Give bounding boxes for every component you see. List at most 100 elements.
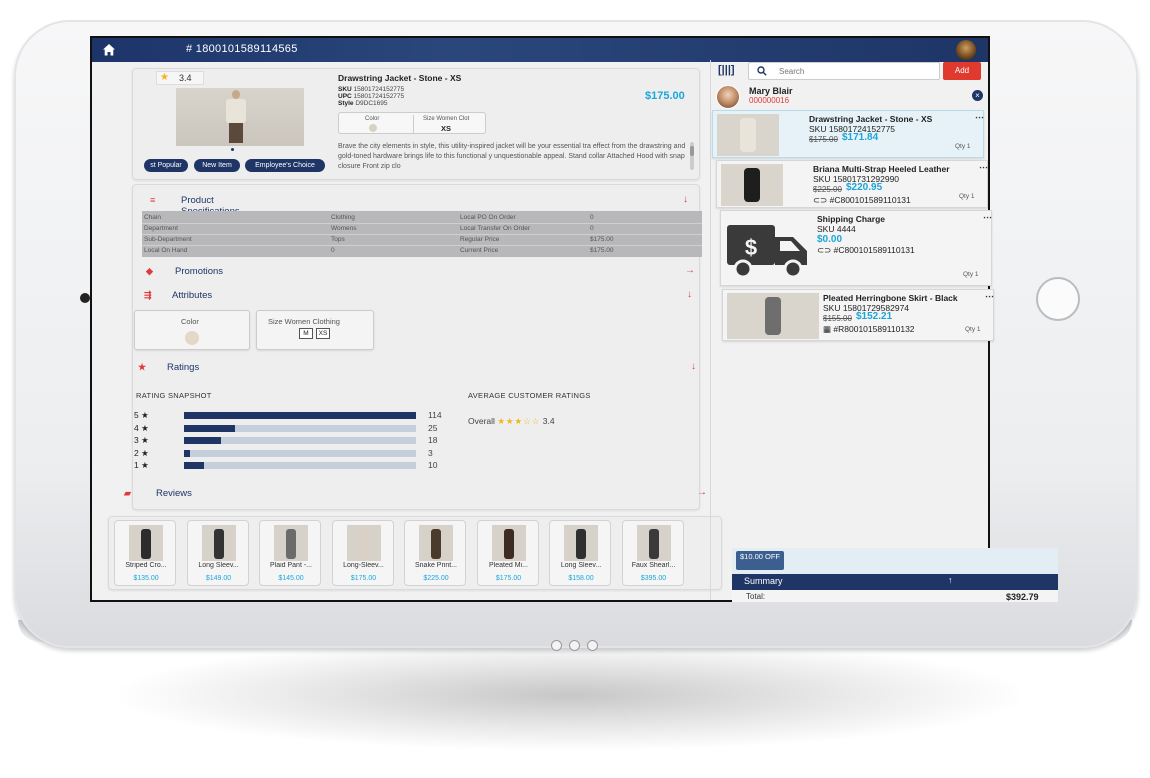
spec-value: 0 [590,214,594,221]
related-product-name: Snake Print... [414,562,458,569]
arrow-right-icon[interactable]: → [685,265,695,276]
user-avatar[interactable] [956,40,976,60]
related-product-card[interactable]: Plaid Pant -... $145.00 [259,520,321,586]
cart-item[interactable]: $ Shipping Charge SKU 4444 $0.00 ⊂⊃ #C800101… [720,210,992,286]
rating-bar-count: 10 [428,460,438,471]
home-icon[interactable] [102,43,116,57]
variant-color-label: Color [365,116,380,122]
chevron-down-icon[interactable]: ↓ [687,289,692,300]
cart-item-qty: Qty 1 [959,193,975,200]
rating-bar-label: 1 ★ [134,460,149,471]
cart-item-qty: Qty 1 [955,143,971,150]
related-product-price: $145.00 [278,575,304,582]
product-name: Drawstring Jacket - Stone - XS [338,73,462,83]
arrow-right-icon[interactable]: → [697,487,707,498]
divider [142,245,702,246]
chevron-down-icon[interactable]: ↓ [691,361,696,372]
related-product-price: $175.00 [495,575,522,582]
search-icon [757,66,767,76]
cart-item-sku: SKU 4444 [817,224,856,234]
cart-item[interactable]: Drawstring Jacket - Stone - XS SKU 158017… [712,110,984,158]
product-sku: SKU 15801724152775 [338,86,405,93]
rating-bar-fill [184,462,205,470]
port-dot [587,640,598,651]
cart-item[interactable]: Briana Multi-Strap Heeled Leather SKU 158… [716,160,988,208]
rating-bar-label: 2 ★ [134,447,149,458]
cart-item[interactable]: Pleated Herringbone Skirt - Black SKU 158… [722,289,994,341]
rating-bar-count: 114 [428,410,442,420]
related-product-card[interactable]: Faux Shearl... $395.00 [621,520,684,586]
divider [142,223,702,224]
section-title: Promotions [175,266,224,277]
chevron-down-icon[interactable]: ↓ [683,194,688,205]
related-product-card[interactable]: Long Sleev... $158.00 [549,520,611,586]
related-product-card[interactable]: Snake Print... $225.00 [404,520,466,586]
spec-label: Local PO On Order [460,214,516,221]
spec-label: Regular Price [460,236,500,243]
variant-size-label: Size Women Clot [423,116,470,122]
cart-item-qty: Qty 1 [963,271,979,278]
more-options-icon[interactable]: ⋯ [985,291,994,302]
star-icon: ★ [160,72,169,83]
summary-bar[interactable]: Summary ↑ [732,574,1058,590]
attribute-color-label: Color [181,317,199,326]
product-image[interactable] [176,88,304,146]
discount-chip[interactable]: $10.00 OFF [736,551,784,570]
spec-value: Tops [331,236,345,243]
attribute-size[interactable]: Size Women Clothing [256,310,374,350]
more-options-icon[interactable]: ⋯ [975,112,984,123]
cart-item-reference: ▦ #R800101589110132 [823,324,915,334]
variant-size-value: XS [441,124,452,133]
section-title: Attributes [172,290,213,301]
spec-label: Local Transfer On Order [460,225,531,232]
color-swatch[interactable] [185,331,199,345]
color-swatch[interactable] [369,124,377,132]
customer-avatar[interactable] [716,85,740,109]
more-options-icon[interactable]: ⋯ [983,212,992,223]
spec-value: $175.00 [590,247,614,254]
related-product-card[interactable]: Long Sleev... $149.00 [186,520,249,586]
related-product-card[interactable]: Pleated Mi... $175.00 [476,520,539,586]
attribute-size-label: Size Women Clothing [268,317,340,326]
product-description: Brave the city elements in style, this u… [338,143,686,170]
attribute-color[interactable]: Color [134,310,250,350]
related-product-card[interactable]: Long-Sleev... $175.00 [331,520,394,586]
related-product-name: Long-Sleev... [343,562,384,569]
search-box[interactable] [748,62,940,80]
spec-value: Clothing [331,214,355,221]
size-chip-m[interactable]: M [299,328,313,339]
home-hardware-button[interactable] [1036,277,1080,321]
related-product-price: $158.00 [568,575,594,582]
related-product-card[interactable]: Striped Cro... $135.00 [114,520,176,586]
related-product-name: Long Sleev... [560,562,602,569]
spec-label: Local On Hand [144,247,188,254]
related-product-image [636,525,671,561]
description-scrollbar[interactable] [690,142,694,170]
more-options-icon[interactable]: ⋯ [979,162,988,173]
related-product-price: $149.00 [205,575,232,582]
panel-divider [710,60,711,600]
rating-bar-track [184,424,416,432]
tag-icon: ◆ [146,266,153,276]
barcode-scan-icon[interactable]: [|||] [718,64,740,78]
close-icon[interactable]: × [972,90,983,101]
add-button[interactable]: Add [943,62,981,80]
cart-item-old-price: $175.00 [809,135,838,144]
product-style: Style D9DC1695 [338,100,388,107]
search-input[interactable] [779,65,929,77]
cart-item-name: Drawstring Jacket - Stone - XS [809,114,933,124]
carousel-dots[interactable] [228,148,248,152]
cart-item-reference: ⊂⊃ #C800101589110131 [813,195,911,205]
average-ratings-title: AVERAGE CUSTOMER RATINGS [468,391,591,400]
chevron-up-icon[interactable]: ↑ [948,575,953,585]
total-value: $392.79 [1006,592,1039,602]
related-product-price: $395.00 [640,575,667,582]
camera-icon [80,293,90,303]
divider [413,115,414,133]
summary-label: Summary [744,576,783,586]
size-chip-xs[interactable]: XS [316,328,330,339]
variant-selector[interactable]: Color Size Women Clot XS [338,112,486,134]
cart-item-name: Briana Multi-Strap Heeled Leather [813,164,950,174]
rating-snapshot-title: RATING SNAPSHOT [136,391,212,400]
rating-bar-label: 4 ★ [134,422,149,433]
